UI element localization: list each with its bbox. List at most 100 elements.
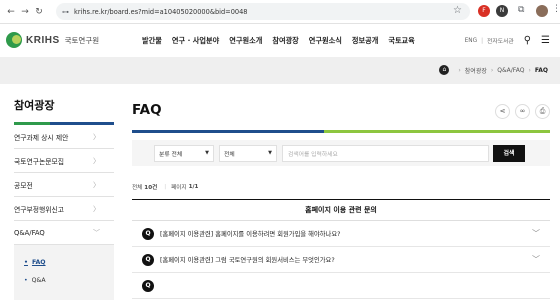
chevron-right-icon: 〉 <box>93 132 100 141</box>
title-accent-bar <box>132 130 550 133</box>
sidebar-item-qna-faq[interactable]: Q&A/FAQ ﹀ <box>14 221 114 245</box>
submenu-item-label: Q&A <box>31 277 46 284</box>
page-label: 페이지 <box>171 185 187 191</box>
logo-text: KRIHS <box>26 34 60 46</box>
menu-item-education[interactable]: 국토교육 <box>388 36 414 46</box>
breadcrumb-bar: ⌂ › 참여광장 › Q&A/FAQ › FAQ <box>0 57 560 84</box>
page-title: FAQ <box>132 102 162 118</box>
breadcrumb-item[interactable]: Q&A/FAQ <box>497 67 524 74</box>
sidebar-item-contest[interactable]: 공모전 〉 <box>14 173 114 197</box>
menu-item-about[interactable]: 연구원소개 <box>229 36 262 46</box>
faq-item[interactable]: Q [홈페이지 이용관련] 그럼 국토연구원의 회원서비스는 무엇인가요? ﹀ <box>132 247 550 273</box>
forward-icon[interactable]: → <box>18 7 32 17</box>
total-label: 전체 <box>132 185 143 191</box>
faq-item[interactable]: Q <box>132 273 550 299</box>
hamburger-menu-icon[interactable]: ☰ <box>541 35 550 46</box>
reload-icon[interactable]: ↻ <box>32 7 46 17</box>
home-icon[interactable]: ⌂ <box>439 65 450 75</box>
sidebar-item-papers[interactable]: 국토연구논문모집 〉 <box>14 149 114 173</box>
chevron-right-icon: 〉 <box>93 180 100 189</box>
total-value: 10건 <box>144 185 158 191</box>
faq-section-title: 홈페이지 이용 관련 문의 <box>132 200 550 221</box>
question-icon: Q <box>142 227 154 240</box>
menu-item-participation[interactable]: 참여광장 <box>272 36 298 46</box>
site-info-icon[interactable]: ⊶ <box>62 8 69 16</box>
category-select[interactable]: 분류 전체 ▼ <box>154 144 214 162</box>
link-icon[interactable]: ∞ <box>515 104 530 119</box>
search-icon[interactable]: ⚲ <box>524 35 531 46</box>
submenu-item-qna[interactable]: • Q&A <box>24 273 114 288</box>
page-value: 1/1 <box>188 184 199 190</box>
sidebar-item-label: 국토연구논문모집 <box>14 157 65 166</box>
search-input[interactable]: 검색어를 입력하세요 <box>282 144 489 162</box>
breadcrumb-item[interactable]: 참여광장 <box>465 66 487 75</box>
divider: | <box>481 37 484 44</box>
question-icon: Q <box>142 253 154 266</box>
extension-icon[interactable]: N <box>496 5 508 17</box>
profile-avatar[interactable] <box>536 5 548 17</box>
dropdown-caret-icon: ▼ <box>268 150 272 156</box>
menu-item-publications[interactable]: 발간물 <box>142 36 162 46</box>
sidebar-item-proposal[interactable]: 연구과제 상시 제안 〉 <box>14 125 114 149</box>
bullet-icon: • <box>24 259 28 266</box>
chevron-down-icon: ﹀ <box>532 229 540 238</box>
breadcrumb-current: FAQ <box>534 66 548 74</box>
chevron-down-icon: ﹀ <box>532 255 540 264</box>
browser-toolbar: ← → ↻ ⊶ krihs.re.kr/board.es?mid=a104050… <box>0 0 560 24</box>
divider: | <box>164 184 167 190</box>
bookmark-star-icon[interactable]: ☆ <box>453 5 462 16</box>
logo-subtitle: 국토연구원 <box>64 35 100 45</box>
sidebar-item-label: 연구부정행위신고 <box>14 205 65 214</box>
sidebar-item-misconduct-report[interactable]: 연구부정행위신고 〉 <box>14 197 114 221</box>
scope-select-value: 전체 <box>224 151 235 158</box>
faq-item[interactable]: Q [홈페이지 이용관련] 홈페이지를 이용하려면 회원가입을 해야하나요? ﹀ <box>132 221 550 247</box>
submenu-item-faq[interactable]: • FAQ <box>24 255 114 270</box>
lang-link[interactable]: ENG <box>465 38 478 44</box>
address-bar[interactable]: ⊶ krihs.re.kr/board.es?mid=a10405020000&… <box>56 3 470 20</box>
sidebar-item-label: 공모전 <box>14 181 33 190</box>
chevron-down-icon: ﹀ <box>93 228 100 237</box>
browser-menu-icon[interactable]: ⋮ <box>552 4 560 14</box>
sidebar-accent-bar <box>14 122 114 125</box>
faq-question: [홈페이지 이용관련] 그럼 국토연구원의 회원서비스는 무엇인가요? <box>160 257 335 264</box>
bullet-icon: • <box>24 277 28 284</box>
category-select-value: 분류 전체 <box>159 151 183 158</box>
search-button[interactable]: 검색 <box>493 144 525 162</box>
sidebar-title: 참여광장 <box>14 99 55 112</box>
scope-select[interactable]: 전체 ▼ <box>219 144 277 162</box>
list-meta: 전체 10건 | 페이지 1/1 <box>132 183 550 191</box>
faq-question: [홈페이지 이용관련] 홈페이지를 이용하려면 회원가입을 해야하나요? <box>160 231 341 238</box>
url-text: krihs.re.kr/board.es?mid=a10405020000&bi… <box>74 7 248 16</box>
sidebar-submenu: • FAQ • Q&A <box>14 245 114 300</box>
page-tools: ⋖ ∞ ⎙ <box>490 104 550 119</box>
sidebar-item-label: Q&A/FAQ <box>14 228 45 237</box>
chevron-right-icon: 〉 <box>93 204 100 213</box>
extension-icon[interactable]: F <box>478 5 490 17</box>
main-content: FAQ ⋖ ∞ ⎙ 분류 전체 ▼ 전체 ▼ 검색어를 입력하세요 검색 전체 … <box>132 97 550 299</box>
main-menu: 발간물 연구 · 사업분야 연구원소개 참여광장 연구원소식 정보공개 국토교육 <box>142 36 425 46</box>
share-icon[interactable]: ⋖ <box>495 104 510 119</box>
sidebar-item-label: 연구과제 상시 제안 <box>14 133 69 142</box>
back-icon[interactable]: ← <box>4 7 18 17</box>
question-icon: Q <box>142 279 154 292</box>
chevron-right-icon: › <box>490 66 494 74</box>
chevron-right-icon: 〉 <box>93 156 100 165</box>
sidebar: 참여광장 연구과제 상시 제안 〉 국토연구논문모집 〉 공모전 〉 연구부정행… <box>14 97 114 300</box>
site-logo[interactable]: KRIHS 국토연구원 <box>6 32 99 48</box>
chevron-right-icon: › <box>458 66 461 74</box>
chevron-right-icon: › <box>528 66 531 74</box>
logo-mark-icon <box>6 32 22 48</box>
menu-item-news[interactable]: 연구원소식 <box>309 36 342 46</box>
submenu-item-label: FAQ <box>31 259 46 266</box>
site-header: KRIHS 국토연구원 발간물 연구 · 사업분야 연구원소개 참여광장 연구원… <box>0 25 560 57</box>
search-panel: 분류 전체 ▼ 전체 ▼ 검색어를 입력하세요 검색 <box>132 140 550 166</box>
elibrary-link[interactable]: 전자도서관 <box>487 36 514 45</box>
faq-list: 홈페이지 이용 관련 문의 Q [홈페이지 이용관련] 홈페이지를 이용하려면 … <box>132 199 550 299</box>
print-icon[interactable]: ⎙ <box>535 104 550 119</box>
menu-item-disclosure[interactable]: 정보공개 <box>352 36 378 46</box>
breadcrumb: ⌂ › 참여광장 › Q&A/FAQ › FAQ <box>439 65 548 75</box>
extensions-puzzle-icon[interactable]: ⧉ <box>518 5 524 15</box>
utility-menu: ENG | 전자도서관 ⚲ ☰ <box>465 35 550 46</box>
dropdown-caret-icon: ▼ <box>205 150 209 156</box>
menu-item-research[interactable]: 연구 · 사업분야 <box>172 36 219 46</box>
